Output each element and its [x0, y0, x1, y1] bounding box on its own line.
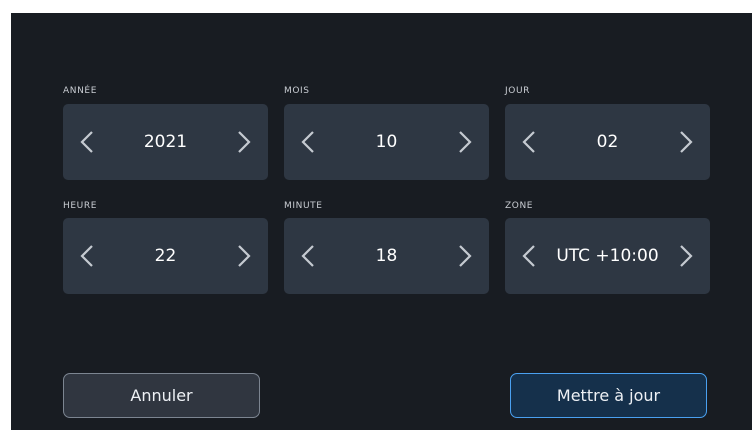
minute-increment-chevron-right-icon[interactable]	[457, 244, 473, 268]
date-time-dialog: ANNÉE MOIS JOUR 2021 10 02 HEURE MINUTE …	[11, 13, 752, 430]
year-label: ANNÉE	[63, 86, 97, 96]
zone-increment-chevron-right-icon[interactable]	[678, 244, 694, 268]
day-increment-chevron-right-icon[interactable]	[678, 130, 694, 154]
year-value: 2021	[143, 132, 188, 152]
month-label: MOIS	[284, 86, 310, 96]
hour-value: 22	[154, 246, 177, 266]
hour-stepper: 22	[63, 218, 268, 294]
zone-value: UTC +10:00	[556, 246, 659, 266]
year-increment-chevron-right-icon[interactable]	[236, 130, 252, 154]
year-stepper: 2021	[63, 104, 268, 180]
year-decrement-chevron-left-icon[interactable]	[79, 130, 95, 154]
day-label: JOUR	[505, 86, 530, 96]
hour-increment-chevron-right-icon[interactable]	[236, 244, 252, 268]
minute-decrement-chevron-left-icon[interactable]	[300, 244, 316, 268]
month-stepper: 10	[284, 104, 489, 180]
day-stepper: 02	[505, 104, 710, 180]
hour-label: HEURE	[63, 201, 97, 211]
minute-stepper: 18	[284, 218, 489, 294]
cancel-button[interactable]: Annuler	[63, 373, 260, 418]
zone-label: ZONE	[505, 201, 534, 211]
day-value: 02	[596, 132, 619, 152]
month-increment-chevron-right-icon[interactable]	[457, 130, 473, 154]
update-button[interactable]: Mettre à jour	[510, 373, 707, 418]
minute-label: MINUTE	[284, 201, 323, 211]
month-decrement-chevron-left-icon[interactable]	[300, 130, 316, 154]
hour-decrement-chevron-left-icon[interactable]	[79, 244, 95, 268]
zone-decrement-chevron-left-icon[interactable]	[521, 244, 537, 268]
day-decrement-chevron-left-icon[interactable]	[521, 130, 537, 154]
minute-value: 18	[375, 246, 398, 266]
zone-stepper: UTC +10:00	[505, 218, 710, 294]
month-value: 10	[375, 132, 398, 152]
